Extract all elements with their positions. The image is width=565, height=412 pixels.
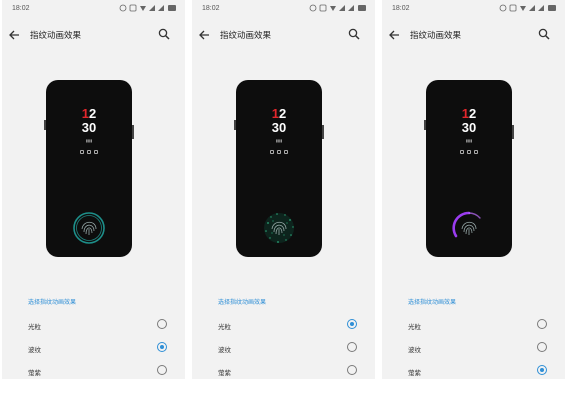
notification-icons	[236, 150, 322, 154]
option-label: 光粒	[28, 324, 41, 331]
status-time: 18:02	[392, 5, 410, 12]
section-label: 选择指纹动画效果	[218, 300, 267, 306]
option-label: 萤紫	[28, 370, 41, 377]
clock-minutes: 30	[461, 120, 477, 135]
option-row[interactable]: 光粒	[2, 316, 185, 336]
phone-side-button	[322, 125, 324, 139]
lock-clock: 12 30	[426, 107, 512, 135]
status-icons	[119, 4, 176, 12]
status-bar: 18:02	[2, 0, 185, 18]
option-label: 光粒	[408, 324, 421, 331]
search-icon[interactable]	[157, 27, 171, 41]
phone-side-button	[132, 125, 134, 139]
back-arrow-icon[interactable]	[197, 28, 211, 42]
search-icon[interactable]	[347, 27, 361, 41]
radio-button[interactable]	[537, 365, 547, 375]
notification-icons	[46, 150, 132, 154]
phone-preview: 12 30 ▮▮▮	[234, 80, 324, 257]
option-label: 波纹	[28, 347, 41, 354]
battery-indicator: ▮▮▮	[465, 138, 473, 143]
option-label: 波纹	[218, 347, 231, 354]
option-row[interactable]: 光粒	[382, 316, 565, 336]
phone-icon	[460, 150, 464, 154]
mail-icon	[94, 150, 98, 154]
status-icons	[499, 4, 556, 12]
mail-icon	[474, 150, 478, 154]
clock-minutes: 30	[271, 120, 287, 135]
fingerprint-icon	[452, 211, 481, 238]
option-row[interactable]: 光粒	[192, 316, 375, 336]
clock-hour-rest: 2	[279, 106, 287, 121]
battery-indicator: ▮▮▮	[275, 138, 283, 143]
fingerprint-icon	[73, 212, 105, 244]
back-arrow-icon[interactable]	[7, 28, 21, 42]
radio-button[interactable]	[537, 342, 547, 352]
clock-minutes: 30	[81, 120, 97, 135]
back-arrow-icon[interactable]	[387, 28, 401, 42]
option-label: 波纹	[408, 347, 421, 354]
app-bar: 指纹动画效果	[382, 18, 565, 52]
status-bar: 18:02	[382, 0, 565, 18]
clock-hour-red: 1	[271, 106, 279, 121]
app-bar: 指纹动画效果	[2, 18, 185, 52]
option-row[interactable]: 波纹	[192, 339, 375, 359]
option-row[interactable]: 萤紫	[2, 362, 185, 379]
phone-icon	[270, 150, 274, 154]
radio-button[interactable]	[537, 319, 547, 329]
page-title: 指纹动画效果	[220, 30, 272, 40]
radio-button[interactable]	[157, 365, 167, 375]
clock-hour-rest: 2	[89, 106, 97, 121]
clock-hour-red: 1	[81, 106, 89, 121]
option-row[interactable]: 波纹	[2, 339, 185, 359]
status-time: 18:02	[12, 5, 30, 12]
section-label: 选择指纹动画效果	[28, 300, 77, 306]
radio-button[interactable]	[347, 319, 357, 329]
settings-screen: 18:02 指纹动画效果 12 30 ▮▮▮ 选择指纹动画效果 光粒 波纹 萤紫	[382, 0, 565, 379]
option-label: 萤紫	[408, 370, 421, 377]
status-bar: 18:02	[192, 0, 375, 18]
fingerprint-icon	[264, 213, 294, 243]
lock-clock: 12 30	[46, 107, 132, 135]
option-row[interactable]: 波纹	[382, 339, 565, 359]
clock-hour-red: 1	[461, 106, 469, 121]
section-label: 选择指纹动画效果	[408, 300, 457, 306]
mail-icon	[284, 150, 288, 154]
clock-hour-rest: 2	[469, 106, 477, 121]
message-icon	[467, 150, 471, 154]
lock-clock: 12 30	[236, 107, 322, 135]
radio-button[interactable]	[347, 342, 357, 352]
phone-preview: 12 30 ▮▮▮	[44, 80, 134, 257]
option-row[interactable]: 萤紫	[382, 362, 565, 379]
settings-screen: 18:02 指纹动画效果 12 30 ▮▮▮ 选择指纹动画效果 光粒 波纹 萤紫	[192, 0, 375, 379]
phone-side-button	[512, 125, 514, 139]
search-icon[interactable]	[537, 27, 551, 41]
battery-indicator: ▮▮▮	[85, 138, 93, 143]
option-row[interactable]: 萤紫	[192, 362, 375, 379]
radio-button[interactable]	[347, 365, 357, 375]
message-icon	[277, 150, 281, 154]
page-title: 指纹动画效果	[410, 30, 462, 40]
option-label: 萤紫	[218, 370, 231, 377]
app-bar: 指纹动画效果	[192, 18, 375, 52]
radio-button[interactable]	[157, 342, 167, 352]
settings-screen: 18:02 指纹动画效果 12 30 ▮▮▮ 选择指纹动画效果 光粒 波纹 萤紫	[2, 0, 185, 379]
radio-button[interactable]	[157, 319, 167, 329]
option-label: 光粒	[218, 324, 231, 331]
phone-preview: 12 30 ▮▮▮	[424, 80, 514, 257]
page-title: 指纹动画效果	[30, 30, 82, 40]
phone-icon	[80, 150, 84, 154]
status-time: 18:02	[202, 5, 220, 12]
notification-icons	[426, 150, 512, 154]
message-icon	[87, 150, 91, 154]
status-icons	[309, 4, 366, 12]
